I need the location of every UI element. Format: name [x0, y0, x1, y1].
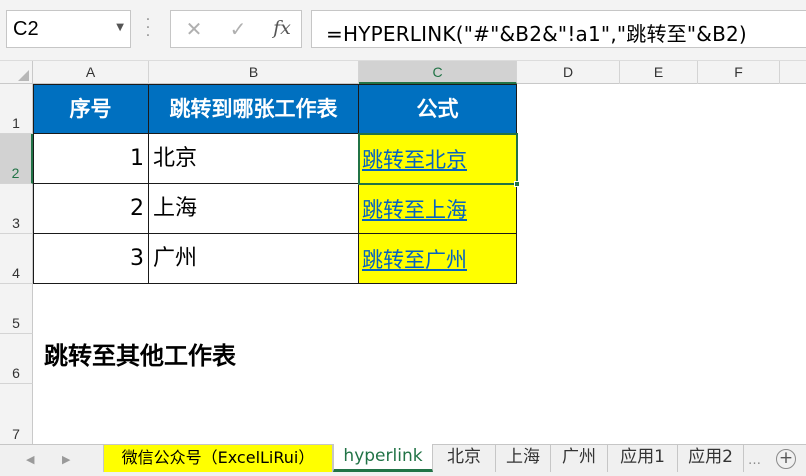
- hyperlink-cell-c4[interactable]: 跳转至广州: [359, 234, 517, 284]
- column-header-f[interactable]: F: [698, 61, 780, 84]
- sheet-tab-beijing[interactable]: 北京: [433, 445, 496, 472]
- cell-a2[interactable]: 1: [33, 134, 149, 184]
- cell-a3[interactable]: 2: [33, 184, 149, 234]
- row-header-1[interactable]: 1: [0, 84, 33, 134]
- formula-input[interactable]: =HYPERLINK("#"&B2&"!a1","跳转至"&B2): [311, 10, 806, 48]
- chevron-left-icon[interactable]: ◀: [26, 453, 34, 466]
- row-header-7[interactable]: 7: [0, 384, 33, 444]
- enter-icon[interactable]: ✓: [223, 17, 253, 41]
- column-header-row: A B C D E F: [0, 60, 806, 84]
- sheet-tab-bar: ◀ ▶ 微信公众号（ExcelLiRui） hyperlink 北京 上海 广州…: [0, 444, 806, 476]
- sheet-tab-app2[interactable]: 应用2: [678, 445, 744, 472]
- header-cell-sheet[interactable]: 跳转到哪张工作表: [149, 84, 359, 134]
- plus-circle-icon[interactable]: +: [776, 449, 796, 469]
- row-header-4[interactable]: 4: [0, 234, 33, 284]
- column-header-a[interactable]: A: [33, 61, 149, 84]
- fill-handle[interactable]: [514, 181, 520, 187]
- name-box[interactable]: C2 ▼: [6, 10, 131, 48]
- hyperlink-cell-c3[interactable]: 跳转至上海: [359, 184, 517, 234]
- cell-b3[interactable]: 上海: [149, 184, 359, 234]
- header-cell-index[interactable]: 序号: [33, 84, 149, 134]
- cell-a4[interactable]: 3: [33, 234, 149, 284]
- select-all-button[interactable]: [0, 61, 33, 84]
- row-header-2[interactable]: 2: [0, 134, 33, 184]
- formula-buttons: ✕ ✓ fx: [170, 10, 302, 48]
- cell-b4[interactable]: 广州: [149, 234, 359, 284]
- sheet-tab-hyperlink[interactable]: hyperlink: [333, 444, 433, 472]
- note-text[interactable]: 跳转至其他工作表: [44, 336, 236, 371]
- chevron-down-icon[interactable]: ▼: [116, 22, 124, 33]
- cell-b2[interactable]: 北京: [149, 134, 359, 184]
- column-header-d[interactable]: D: [517, 61, 620, 84]
- insert-function-icon[interactable]: fx: [267, 17, 297, 39]
- chevron-right-icon[interactable]: ▶: [62, 453, 70, 466]
- more-icon[interactable]: …: [748, 453, 761, 468]
- row-header-6[interactable]: 6: [0, 334, 33, 384]
- sheet-tab-guangzhou[interactable]: 广州: [551, 445, 608, 472]
- row-header-3[interactable]: 3: [0, 184, 33, 234]
- hyperlink-cell-c2[interactable]: 跳转至北京: [359, 134, 517, 184]
- column-header-c[interactable]: C: [359, 61, 517, 84]
- formula-text: =HYPERLINK("#"&B2&"!a1","跳转至"&B2): [326, 22, 747, 46]
- header-cell-formula[interactable]: 公式: [359, 84, 517, 134]
- cancel-icon[interactable]: ✕: [179, 17, 209, 41]
- formula-bar: C2 ▼ · · · ✕ ✓ fx =HYPERLINK("#"&B2&"!a1",…: [0, 0, 806, 60]
- sheet-tab-app1[interactable]: 应用1: [608, 445, 678, 472]
- column-header-e[interactable]: E: [620, 61, 698, 84]
- sheet-tab-promo[interactable]: 微信公众号（ExcelLiRui）: [103, 445, 333, 472]
- column-header-b[interactable]: B: [149, 61, 359, 84]
- sheet-tab-shanghai[interactable]: 上海: [496, 445, 551, 472]
- drag-handle-icon[interactable]: · · ·: [145, 13, 151, 43]
- name-box-value: C2: [13, 18, 39, 40]
- row-header-5[interactable]: 5: [0, 284, 33, 334]
